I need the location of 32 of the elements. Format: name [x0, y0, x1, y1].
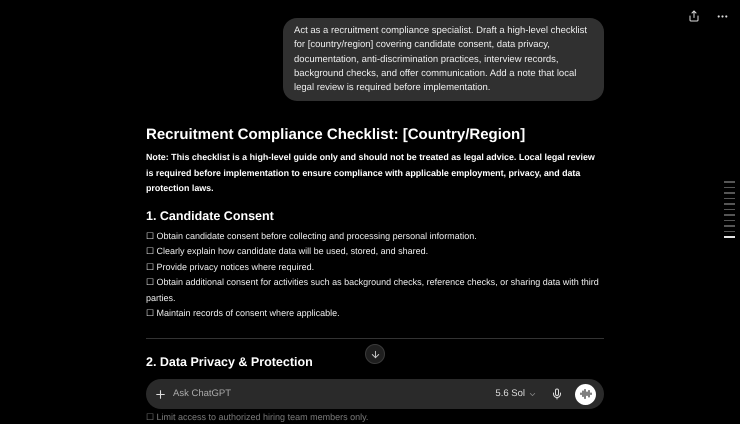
checklist-item: ☐ Limit access to authorized hiring team members only.: [146, 410, 370, 424]
voice-wave-icon: [580, 388, 592, 400]
outline-marker[interactable]: [724, 230, 735, 232]
section-heading: 2. Data Privacy & Protection: [146, 354, 313, 371]
response-title: Recruitment Compliance Checklist: [Country/Region]: [146, 125, 526, 146]
checklist-item: ☐ Maintain records of consent where applicable.: [146, 307, 341, 320]
outline-marker[interactable]: [724, 198, 735, 199]
user-message: Act as a recruitment compliance specialist. Draft a high-level checklist for [country/region] covering candidate consent, data privacy, documentation, anti-discrimination practices, interview records, background checks, and offer communication. Add a note that local legal review is required before implementation.: [283, 18, 604, 102]
disclaimer-note: Note: This checklist is a high-level guide only and should not be treated as legal advice. Local legal review is required before implementation to ensure compliance with applicable employment, privacy, and data protection laws.: [146, 151, 596, 196]
checklist-item: ☐ Obtain candidate consent before collecting and processing personal information.: [146, 230, 478, 243]
add-icon[interactable]: [154, 388, 167, 400]
outline-marker[interactable]: [724, 203, 735, 204]
outline-marker[interactable]: [724, 181, 735, 182]
scroll-down-button[interactable]: [365, 344, 385, 364]
outline-marker[interactable]: [724, 225, 735, 226]
message-input[interactable]: Ask ChatGPT: [173, 386, 490, 402]
checklist-item: ☐ Obtain additional consent for activities such as background checks, reference checks, or sharing data with third parties.: [146, 276, 600, 305]
model-selector[interactable]: 5.6 Sol: [495, 386, 537, 402]
section-heading: 1. Candidate Consent: [146, 208, 274, 225]
outline-marker[interactable]: [724, 208, 735, 210]
outline-marker[interactable]: [724, 186, 735, 188]
mic-icon[interactable]: [551, 388, 563, 400]
voice-button[interactable]: [575, 384, 596, 404]
arrow-down-icon: [370, 348, 380, 360]
outline-marker[interactable]: [724, 192, 735, 194]
outline-marker[interactable]: [724, 220, 735, 221]
checklist-item: ☐ Provide privacy notices where required.: [146, 260, 316, 274]
outline-marker[interactable]: [724, 236, 735, 238]
outline-marker[interactable]: [724, 214, 735, 216]
message-field[interactable]: Ask ChatGPT 5.6 Sol: [146, 379, 604, 409]
share-icon: [688, 10, 700, 22]
checklist-item: ☐ Clearly explain how candidate data will be used, stored, and shared.: [146, 245, 430, 258]
